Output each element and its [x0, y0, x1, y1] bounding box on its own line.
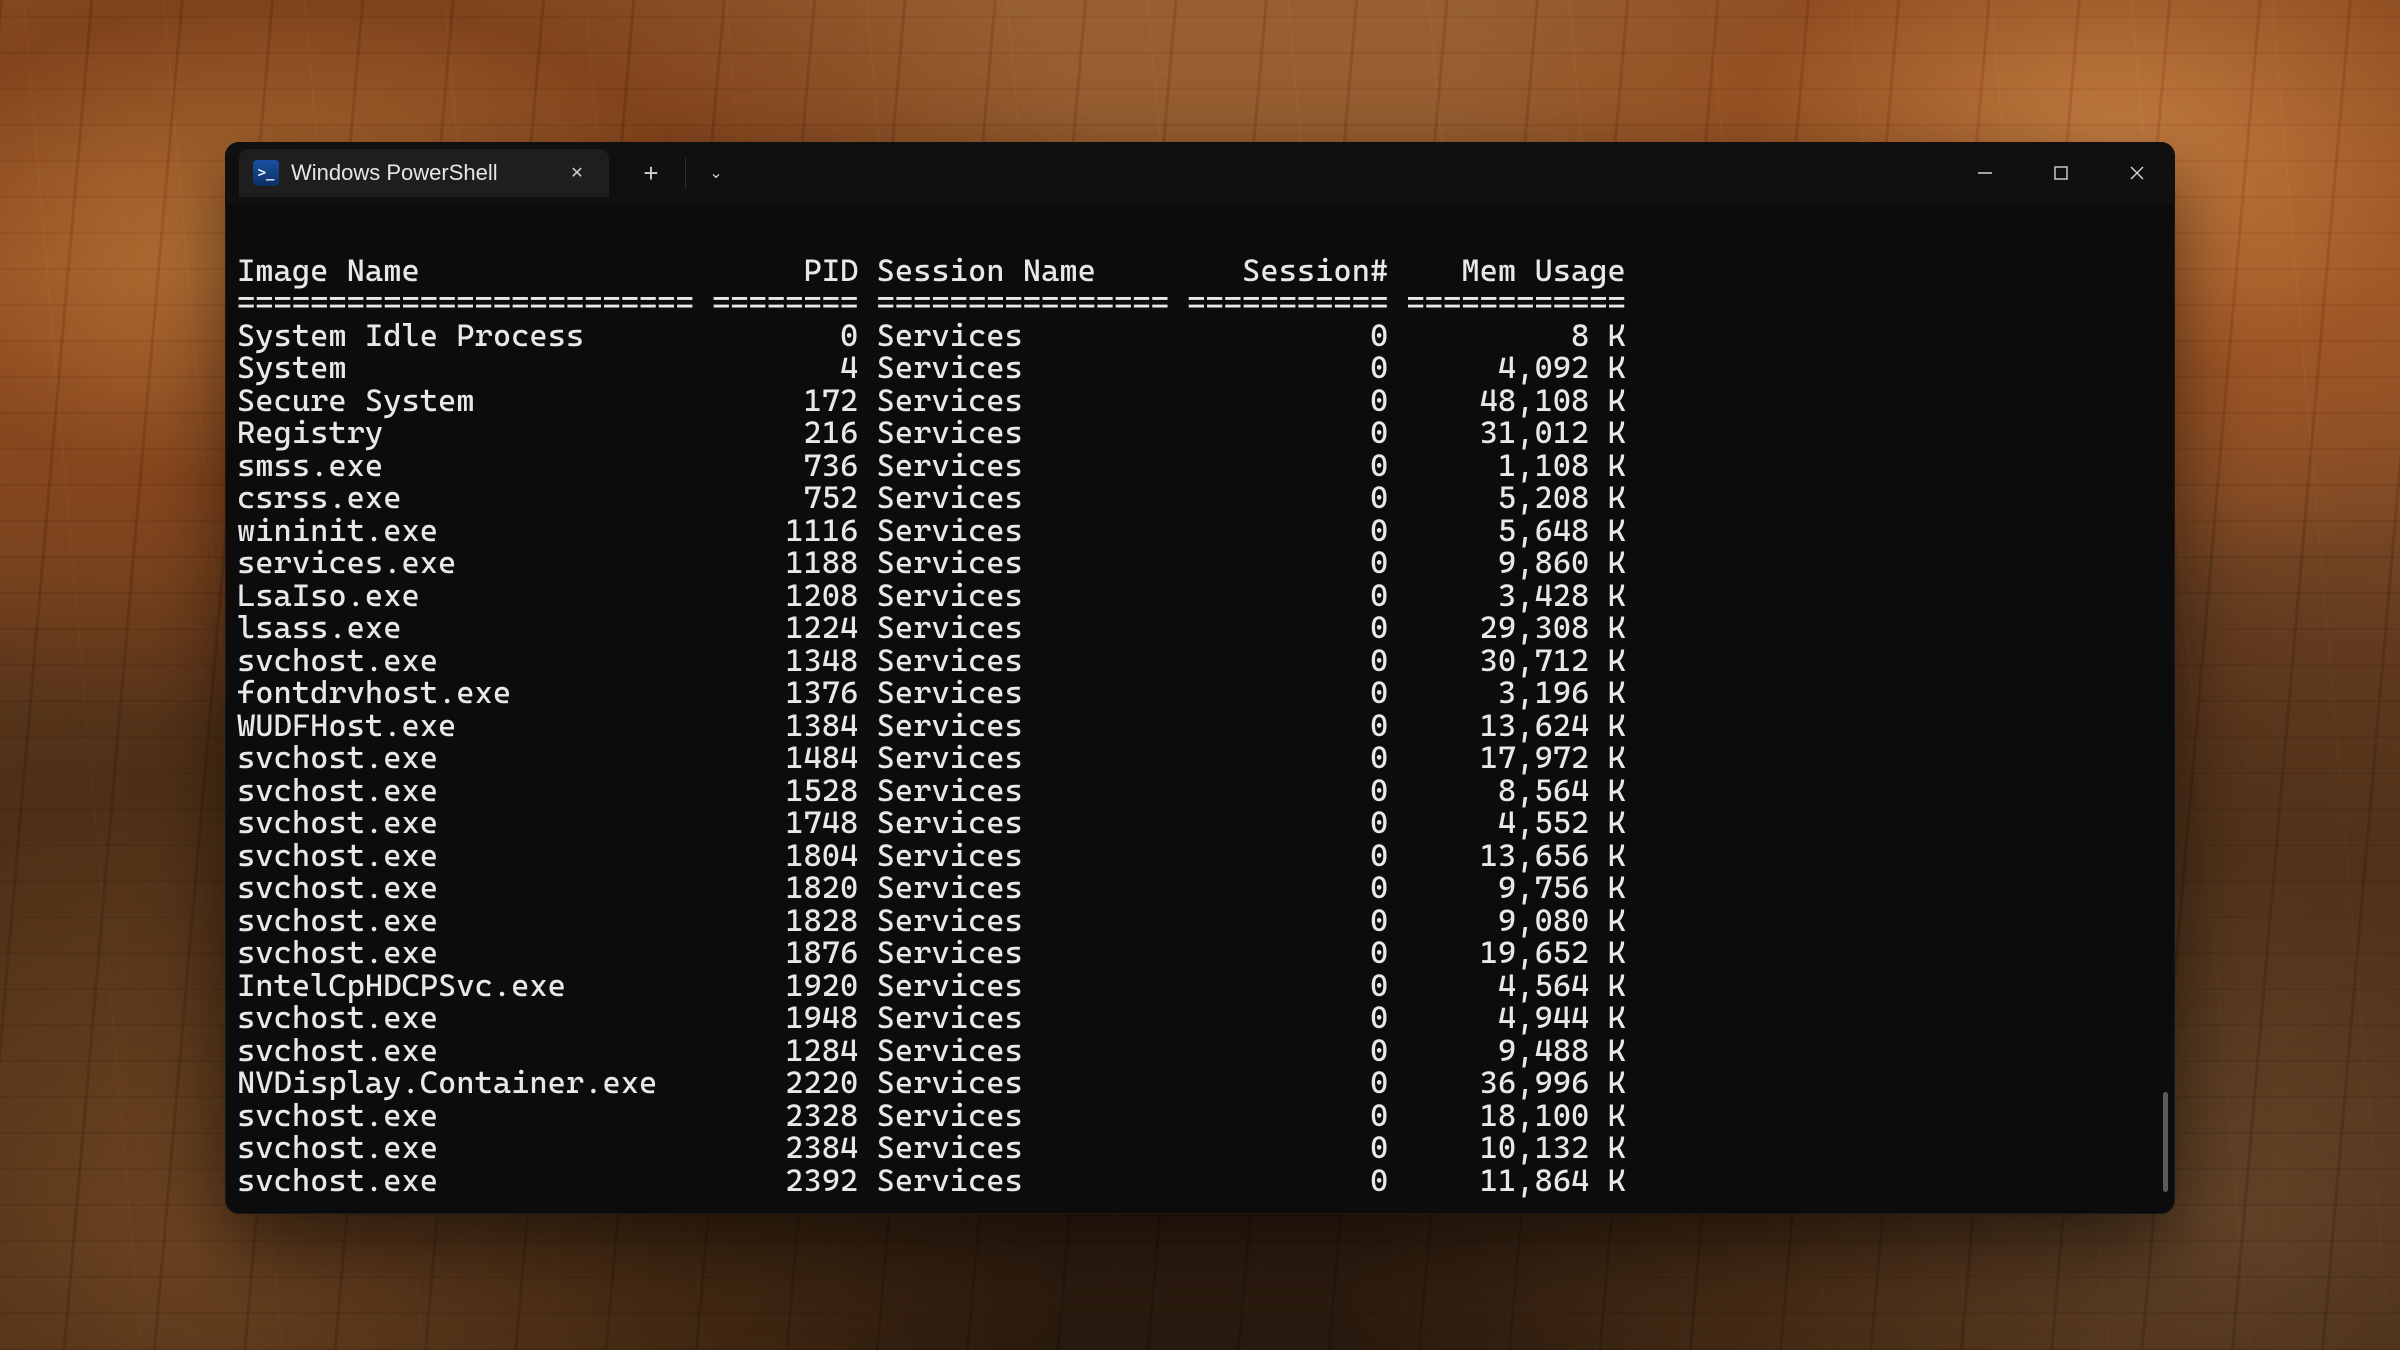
plus-icon: +	[643, 158, 658, 189]
close-icon: ✕	[570, 163, 583, 183]
titlebar-separator	[685, 158, 686, 188]
window-controls	[1947, 142, 2175, 204]
close-tab-button[interactable]: ✕	[563, 159, 591, 187]
tab-dropdown-button[interactable]: ⌄	[692, 149, 740, 197]
scrollbar-track[interactable]	[2163, 220, 2168, 1198]
close-icon	[2128, 164, 2146, 182]
maximize-button[interactable]	[2023, 142, 2099, 204]
tab-powershell[interactable]: >_ Windows PowerShell ✕	[239, 149, 609, 197]
terminal-body[interactable]: Image Name PID Session Name Session# Mem…	[225, 204, 2175, 1214]
powershell-icon: >_	[253, 160, 279, 186]
minimize-icon	[1976, 164, 1994, 182]
powershell-glyph: >_	[258, 165, 275, 181]
scrollbar-thumb[interactable]	[2163, 1092, 2168, 1192]
tab-title: Windows PowerShell	[291, 160, 498, 186]
minimize-button[interactable]	[1947, 142, 2023, 204]
terminal-window: >_ Windows PowerShell ✕ + ⌄ Ima	[225, 142, 2175, 1214]
window-titlebar[interactable]: >_ Windows PowerShell ✕ + ⌄	[225, 142, 2175, 204]
close-window-button[interactable]	[2099, 142, 2175, 204]
chevron-down-icon: ⌄	[709, 163, 722, 183]
new-tab-button[interactable]: +	[627, 149, 675, 197]
tasklist-output: Image Name PID Session Name Session# Mem…	[237, 222, 2175, 1197]
maximize-icon	[2052, 164, 2070, 182]
